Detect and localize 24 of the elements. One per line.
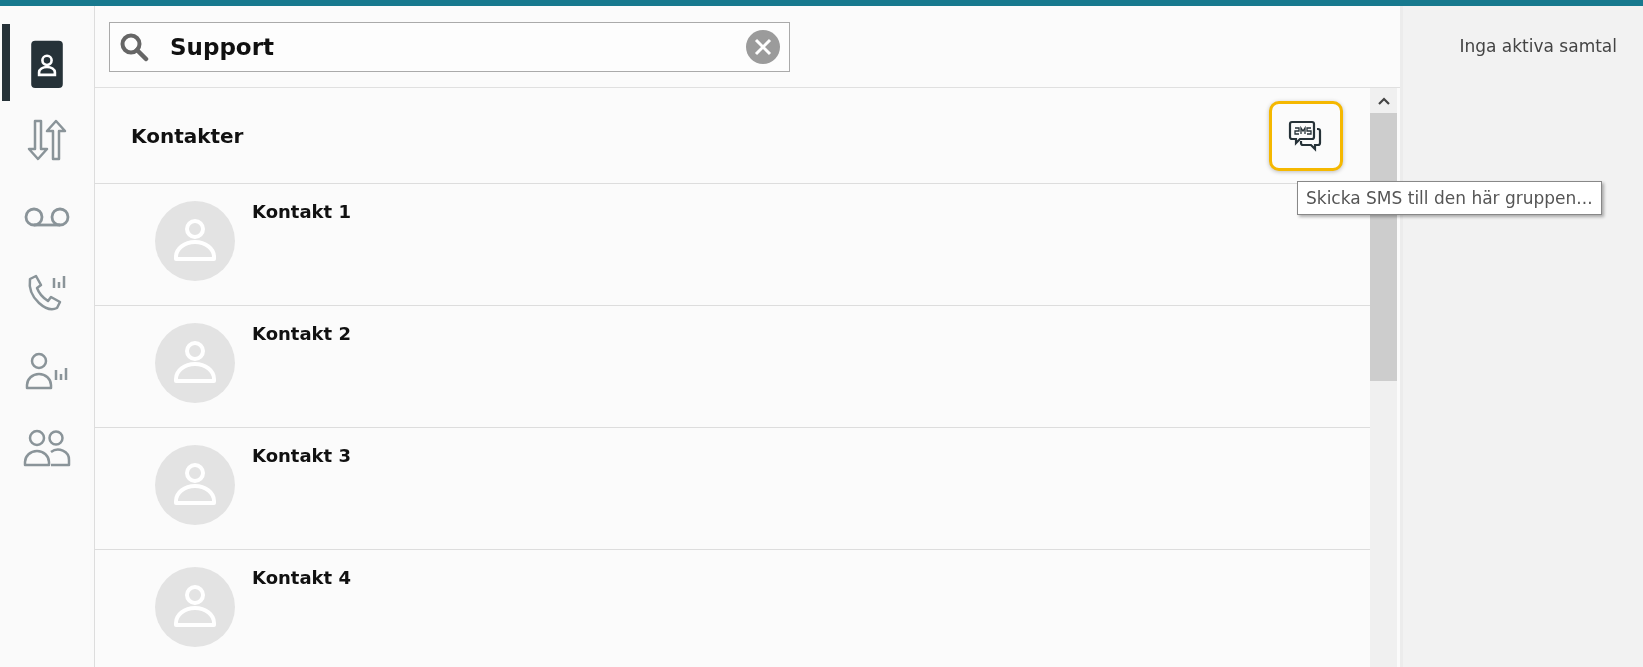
tooltip: Skicka SMS till den här gruppen... xyxy=(1297,181,1602,215)
status-text: Inga aktiva samtal xyxy=(1459,36,1617,56)
person-stats-icon xyxy=(25,351,69,390)
section-title: Kontakter xyxy=(131,123,244,148)
contact-name: Kontakt 4 xyxy=(252,567,351,588)
search-icon xyxy=(119,31,149,62)
voicemail-icon xyxy=(24,206,70,227)
contact-row[interactable]: Kontakt 3 xyxy=(95,428,1370,550)
arrows-icon xyxy=(27,118,67,161)
contact-name: Kontakt 1 xyxy=(252,201,351,222)
sms-button[interactable] xyxy=(1269,100,1343,171)
avatar-icon xyxy=(155,445,235,525)
avatar-icon xyxy=(155,323,235,403)
avatar-icon xyxy=(155,567,235,647)
contact-name: Kontakt 2 xyxy=(252,323,351,344)
people-icon xyxy=(23,428,71,467)
avatar-icon xyxy=(155,201,235,281)
contact-row[interactable]: Kontakt 4 xyxy=(95,550,1370,667)
scroll-up-icon[interactable] xyxy=(1376,96,1391,106)
contact-name: Kontakt 3 xyxy=(252,445,351,466)
sms-chat-icon xyxy=(1288,119,1324,152)
search-field[interactable]: Support xyxy=(109,21,790,72)
contact-row[interactable]: Kontakt 2 xyxy=(95,306,1370,428)
clear-icon[interactable] xyxy=(746,29,780,64)
